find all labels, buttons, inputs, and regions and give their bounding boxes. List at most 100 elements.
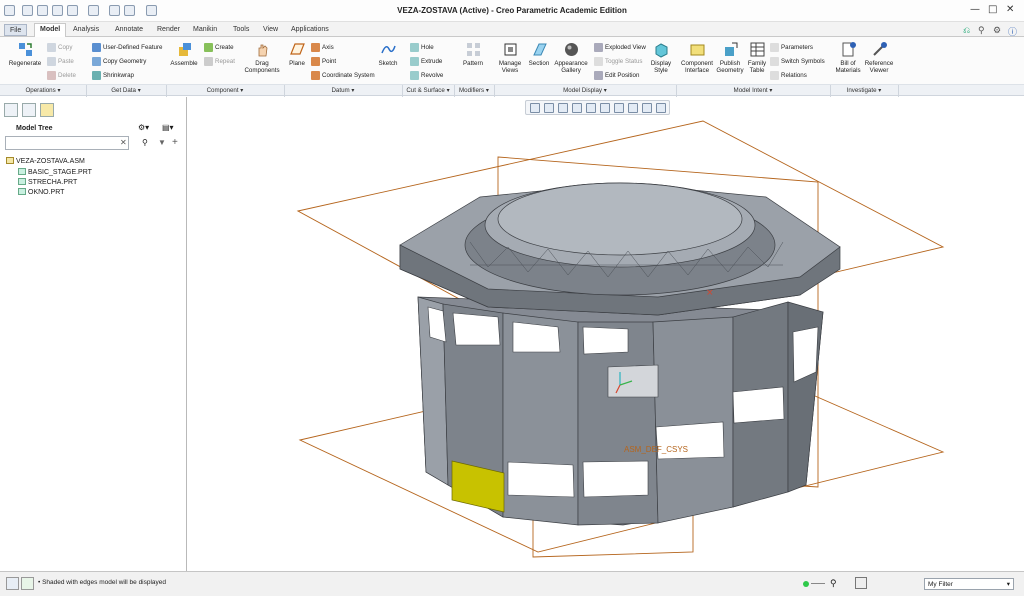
bom-label: Bill of Materials — [835, 60, 861, 74]
drag-components-label: Drag Components — [244, 60, 280, 74]
graphics-viewport[interactable]: ASM_DEF_CSYS × — [188, 97, 1024, 571]
revolve-button[interactable]: Revolve — [410, 71, 443, 80]
family-table-button[interactable]: Family Table — [746, 41, 768, 74]
copy-geometry-label: Copy Geometry — [103, 58, 147, 66]
part-icon — [18, 168, 26, 175]
show-tree-icon[interactable] — [6, 577, 19, 590]
manage-views-button[interactable]: Manage Views — [496, 41, 524, 74]
group-cut-surface[interactable]: Cut & Surface ▾ — [402, 87, 454, 94]
display-style-button[interactable]: Display Style — [648, 41, 674, 74]
switch-symbols-button[interactable]: Switch Symbols — [770, 57, 825, 66]
add-icon[interactable]: + — [172, 137, 178, 148]
group-get-data[interactable]: Get Data ▾ — [86, 87, 166, 94]
section-icon — [532, 43, 547, 56]
tab-model[interactable]: Model — [34, 23, 67, 38]
tree-search-input[interactable]: ✕ — [5, 136, 129, 150]
axis-button[interactable]: Axis — [311, 43, 334, 52]
appearance-gallery-button[interactable]: Appearance Gallery — [554, 41, 588, 74]
udf-button[interactable]: User-Defined Feature — [92, 43, 163, 52]
minimize-button[interactable]: — — [970, 4, 980, 15]
group-model-display[interactable]: Model Display ▾ — [494, 87, 676, 94]
publish-geometry-button[interactable]: Publish Geometry — [716, 41, 744, 74]
assemble-button[interactable]: Assemble — [168, 41, 200, 67]
parameters-label: Parameters — [781, 44, 813, 52]
tree-item-okno[interactable]: OKNO.PRT — [18, 188, 64, 196]
tree-item-root[interactable]: VEZA-ZOSTAVA.ASM — [6, 157, 85, 165]
group-datum[interactable]: Datum ▾ — [284, 87, 402, 94]
window-title: VEZA-ZOSTAVA (Active) - Creo Parametric … — [397, 6, 627, 15]
create-button[interactable]: Create — [204, 43, 234, 52]
ribbon: Regenerate Copy Paste Delete User-Define… — [0, 37, 1024, 88]
tab-render[interactable]: Render — [152, 24, 185, 37]
exploded-view-button[interactable]: Exploded View — [594, 43, 646, 52]
model-tree-tab-icon[interactable] — [4, 103, 18, 117]
hole-button[interactable]: Hole — [410, 43, 434, 52]
component-interface-button[interactable]: Component Interface — [680, 41, 714, 74]
drag-components-button[interactable]: Drag Components — [242, 41, 282, 74]
point-button[interactable]: Point — [311, 57, 336, 66]
group-operations[interactable]: Operations ▾ — [0, 87, 86, 94]
repeat-button[interactable]: Repeat — [204, 57, 235, 66]
search-icon[interactable]: ⚲ — [978, 25, 985, 36]
shrinkwrap-button[interactable]: Shrinkwrap — [92, 71, 134, 80]
status-bar: • Shaded with edges model will be displa… — [0, 571, 1024, 596]
tree-columns-icon[interactable]: ▤▾ — [162, 123, 174, 132]
find-icon[interactable]: ⚲ — [142, 138, 148, 147]
group-modifiers[interactable]: Modifiers ▾ — [454, 87, 494, 94]
find-status-icon[interactable]: ⚲ — [830, 578, 837, 589]
sketch-button[interactable]: Sketch — [376, 41, 400, 67]
assemble-icon — [178, 43, 191, 56]
regenerate-button[interactable]: Regenerate — [6, 41, 44, 67]
reference-viewer-button[interactable]: Reference Viewer — [862, 41, 896, 74]
csys-button[interactable]: Coordinate System — [311, 71, 375, 80]
back-icon[interactable]: ⎌ — [963, 25, 970, 36]
copy-geometry-button[interactable]: Copy Geometry — [92, 57, 146, 66]
clear-search-icon[interactable]: ✕ — [120, 138, 127, 147]
parameters-button[interactable]: Parameters — [770, 43, 813, 52]
paste-button[interactable]: Paste — [47, 57, 74, 66]
tree-item-strecha[interactable]: STRECHA.PRT — [18, 178, 77, 186]
group-component[interactable]: Component ▾ — [166, 87, 284, 94]
selection-filter-select[interactable]: My Filter ▾ — [924, 578, 1014, 590]
tab-tools[interactable]: Tools — [228, 24, 254, 37]
pattern-button[interactable]: Pattern — [460, 41, 486, 67]
chevron-down-icon: ▾ — [1006, 581, 1010, 588]
tab-analysis[interactable]: Analysis — [68, 24, 104, 37]
group-get-data-label: Get Data — [111, 87, 136, 94]
component-interface-icon — [690, 44, 704, 56]
favorites-tab-icon[interactable] — [40, 103, 54, 117]
extrude-button[interactable]: Extrude — [410, 57, 442, 66]
tab-annotate[interactable]: Annotate — [110, 24, 148, 37]
display-style-label: Display Style — [650, 60, 672, 74]
tab-view[interactable]: View — [258, 24, 283, 37]
copy-button[interactable]: Copy — [47, 43, 72, 52]
maximize-button[interactable]: □ — [988, 4, 997, 15]
group-investigate[interactable]: Investigate ▾ — [830, 87, 898, 94]
folder-browser-tab-icon[interactable] — [22, 103, 36, 117]
delete-button[interactable]: Delete — [47, 71, 76, 80]
group-model-intent[interactable]: Model Intent ▾ — [676, 87, 830, 94]
tree-settings-icon[interactable]: ⚙▾ — [138, 123, 149, 132]
relations-button[interactable]: Relations — [770, 71, 807, 80]
bom-button[interactable]: Bill of Materials — [834, 41, 862, 74]
tab-manikin[interactable]: Manikin — [188, 24, 222, 37]
model-tree-panel: Model Tree ⚙▾ ▤▾ ✕ ⚲ ▼ + VEZA-ZOSTAVA.AS… — [0, 97, 187, 571]
browser-icon[interactable] — [21, 577, 34, 590]
tree-item-basic-stage[interactable]: BASIC_STAGE.PRT — [18, 168, 92, 176]
settings-icon[interactable]: ⚙ — [993, 25, 1001, 36]
tab-applications[interactable]: Applications — [286, 24, 334, 37]
edit-position-button[interactable]: Edit Position — [594, 71, 639, 80]
section-button[interactable]: Section — [528, 41, 550, 67]
assembly-icon — [6, 157, 14, 164]
filter-icon[interactable]: ▼ — [158, 138, 166, 147]
selection-window-icon[interactable] — [855, 577, 867, 589]
plane-button[interactable]: Plane — [286, 41, 308, 67]
point-label: Point — [322, 58, 337, 66]
tab-file[interactable]: File — [4, 24, 28, 36]
group-operations-label: Operations — [25, 87, 56, 94]
group-model-display-label: Model Display — [563, 87, 603, 94]
toggle-status-button[interactable]: Toggle Status — [594, 57, 643, 66]
close-button[interactable]: ✕ — [1006, 4, 1014, 15]
plane-icon — [289, 43, 305, 55]
group-component-label: Component — [206, 87, 239, 94]
